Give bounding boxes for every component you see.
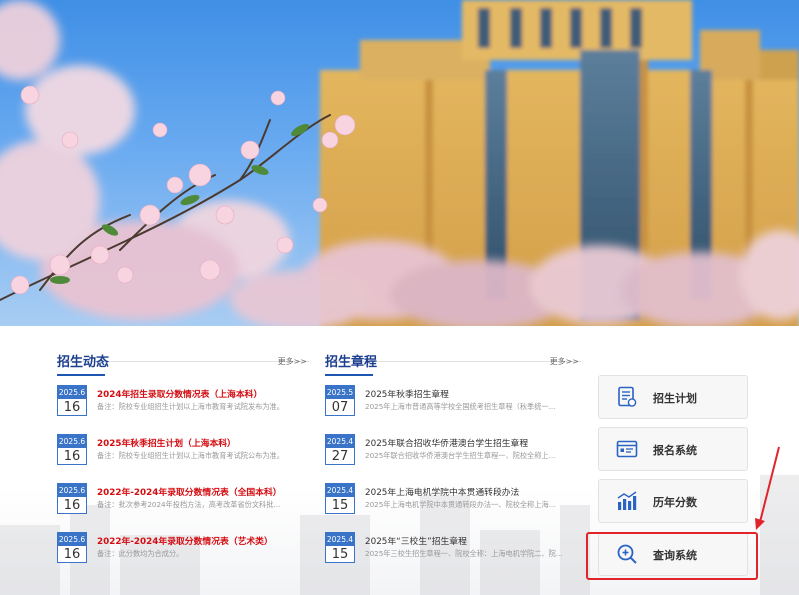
- campus-photo: [0, 0, 799, 326]
- date-day: 16: [63, 400, 81, 415]
- rules-more-link[interactable]: 更多>>: [550, 356, 579, 367]
- rules-section-header: 招生章程 更多>>: [325, 326, 581, 376]
- news-item-desc: 备注：院校专业组招生计划以上海市教育考试院公布为准。: [97, 451, 284, 460]
- news-section-header: 招生动态 更多>>: [57, 326, 309, 376]
- rules-item-desc: 2025年三校生招生章程一、院校全称：上海电机学院二、院...: [365, 549, 563, 558]
- rules-item-desc: 2025年上海市普通高等学校全国统考招生章程（秋季统一...: [365, 402, 556, 411]
- admission-plan-label: 招生计划: [653, 392, 697, 405]
- news-item-desc: 备注：此分数均为合成分。: [97, 549, 184, 558]
- rules-item[interactable]: 2025.4 15 2025年上海电机学院中本贯通转段办法 2025年上海电机学…: [325, 483, 581, 523]
- registration-system-button[interactable]: 报名系统: [598, 427, 748, 471]
- date-year-month: 2025.6: [58, 484, 86, 497]
- rules-item-desc: 2025年联合招收华侨港澳台学生招生章程一、院校全称上...: [365, 451, 556, 460]
- date-badge: 2025.5 07: [325, 385, 355, 416]
- news-more-link[interactable]: 更多>>: [278, 356, 307, 367]
- date-year-month: 2025.4: [326, 435, 354, 448]
- date-day: 27: [331, 449, 349, 464]
- news-section-title: 招生动态: [57, 351, 109, 376]
- date-day: 16: [63, 547, 81, 562]
- hero-banner: [0, 0, 799, 326]
- historical-scores-label: 历年分数: [653, 496, 697, 509]
- news-item-title[interactable]: 2022年-2024年录取分数情况表（艺术类）: [97, 534, 309, 547]
- date-badge: 2025.6 16: [57, 385, 87, 416]
- bar-chart-icon: [617, 491, 637, 510]
- news-item[interactable]: 2025.6 16 2022年-2024年录取分数情况表（全国本科） 备注：批次…: [57, 483, 309, 523]
- news-item-title[interactable]: 2025年秋季招生计划（上海本科）: [97, 436, 309, 449]
- date-year-month: 2025.4: [326, 484, 354, 497]
- date-badge: 2025.4 15: [325, 483, 355, 514]
- date-day: 16: [63, 498, 81, 513]
- rules-item-desc: 2025年上海电机学院中本贯通转段办法一、院校全称上海...: [365, 500, 556, 509]
- rules-item-title[interactable]: 2025年联合招收华侨港澳台学生招生章程: [365, 436, 580, 449]
- news-item[interactable]: 2025.6 16 2025年秋季招生计划（上海本科） 备注：院校专业组招生计划…: [57, 434, 309, 474]
- date-day: 15: [331, 498, 349, 513]
- news-item-desc: 备注：批次参考2024年投档方法，高考改革省份文科批...: [97, 500, 281, 509]
- date-badge: 2025.4 15: [325, 532, 355, 563]
- date-year-month: 2025.4: [326, 533, 354, 546]
- rules-section: 招生章程 更多>> 2025.5 07 2025年秋季招生章程 2025年上海市…: [325, 326, 581, 563]
- date-year-month: 2025.5: [326, 386, 354, 399]
- date-day: 07: [331, 400, 349, 415]
- news-item-title[interactable]: 2024年招生录取分数情况表（上海本科）: [97, 387, 309, 400]
- rules-item[interactable]: 2025.5 07 2025年秋季招生章程 2025年上海市普通高等学校全国统考…: [325, 385, 581, 425]
- date-year-month: 2025.6: [58, 533, 86, 546]
- news-item[interactable]: 2025.6 16 2024年招生录取分数情况表（上海本科） 备注：院校专业组招…: [57, 385, 309, 425]
- document-icon: [618, 386, 637, 407]
- date-badge: 2025.6 16: [57, 483, 87, 514]
- rules-item[interactable]: 2025.4 15 2025年“三校生”招生章程 2025年三校生招生章程一、院…: [325, 532, 581, 572]
- date-day: 15: [331, 547, 349, 562]
- news-item[interactable]: 2025.6 16 2022年-2024年录取分数情况表（艺术类） 备注：此分数…: [57, 532, 309, 572]
- rules-item-title[interactable]: 2025年上海电机学院中本贯通转段办法: [365, 485, 580, 498]
- date-year-month: 2025.6: [58, 435, 86, 448]
- news-section: 招生动态 更多>> 2025.6 16 2024年招生录取分数情况表（上海本科）…: [57, 326, 309, 563]
- news-item-title[interactable]: 2022年-2024年录取分数情况表（全国本科）: [97, 485, 309, 498]
- admission-plan-button[interactable]: 招生计划: [598, 375, 748, 419]
- date-day: 16: [63, 449, 81, 464]
- rules-item-title[interactable]: 2025年秋季招生章程: [365, 387, 580, 400]
- rules-item-title[interactable]: 2025年“三校生”招生章程: [365, 534, 580, 547]
- rules-item[interactable]: 2025.4 27 2025年联合招收华侨港澳台学生招生章程 2025年联合招收…: [325, 434, 581, 474]
- registration-system-label: 报名系统: [653, 444, 697, 457]
- date-badge: 2025.4 27: [325, 434, 355, 465]
- date-badge: 2025.6 16: [57, 434, 87, 465]
- date-badge: 2025.6 16: [57, 532, 87, 563]
- highlight-box: [586, 532, 758, 580]
- historical-scores-button[interactable]: 历年分数: [598, 479, 748, 523]
- date-year-month: 2025.6: [58, 386, 86, 399]
- id-card-icon: [616, 440, 638, 458]
- news-item-desc: 备注：院校专业组招生计划以上海市教育考试院发布为准。: [97, 402, 284, 411]
- rules-section-title: 招生章程: [325, 351, 377, 376]
